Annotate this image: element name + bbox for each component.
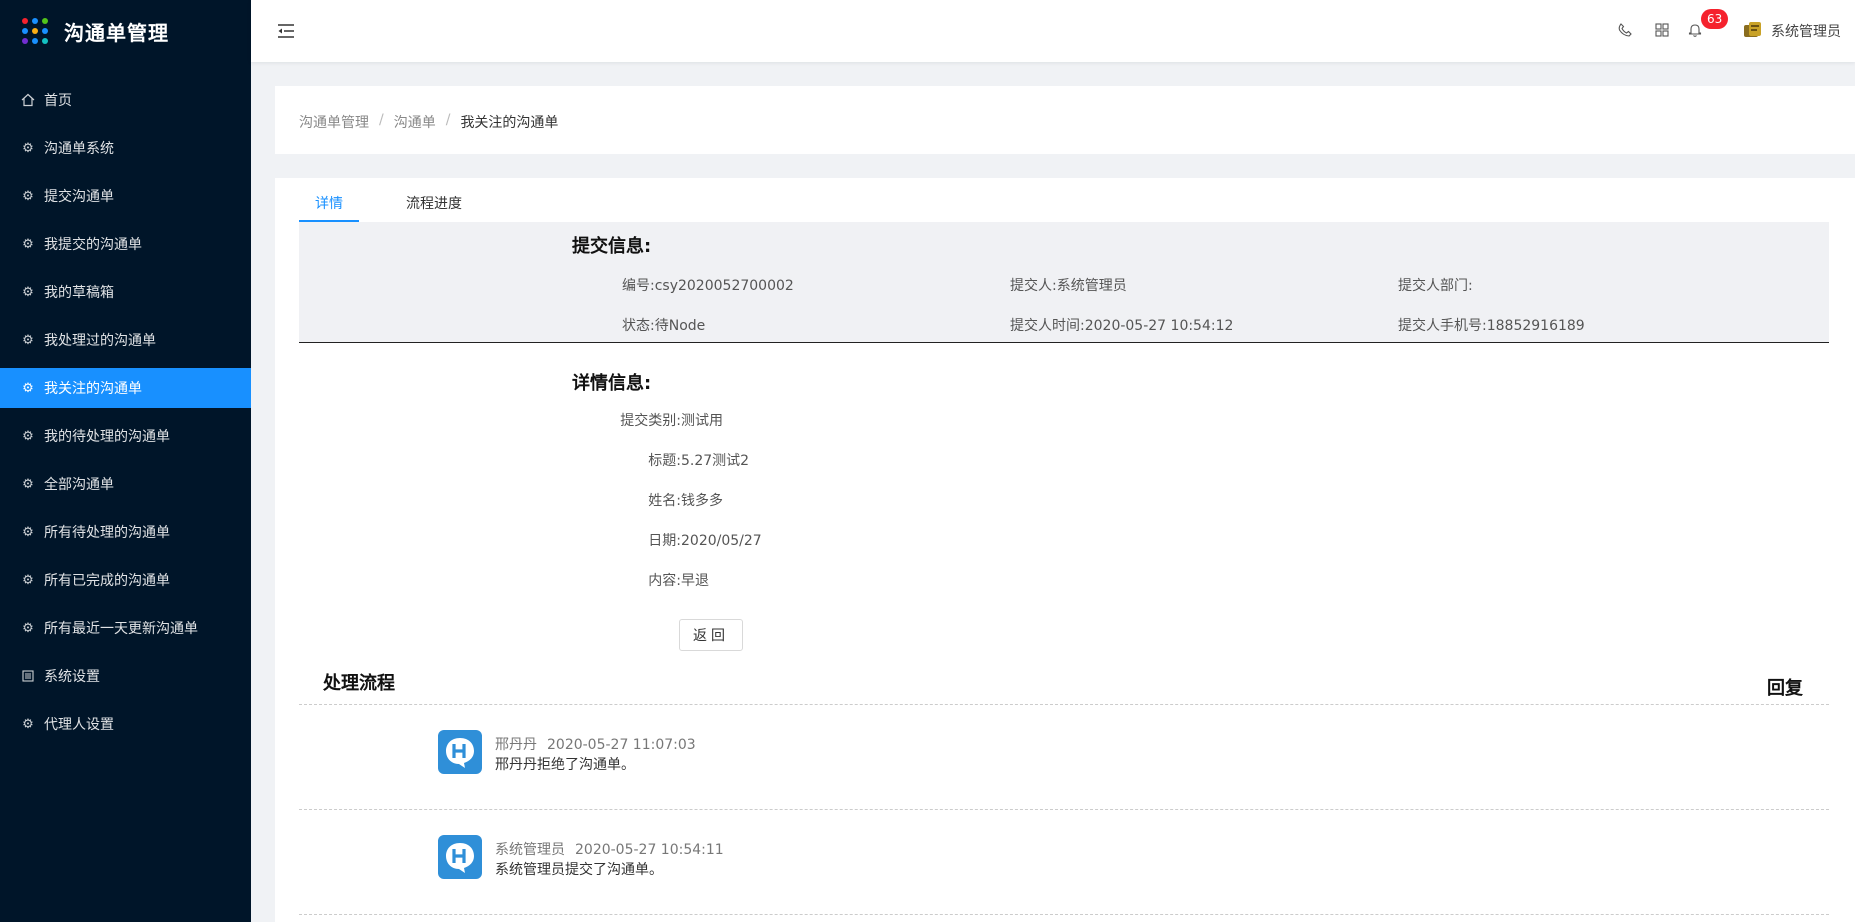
detail-row-date: 日期:2020/05/27: [648, 533, 762, 549]
number-field: 编号:csy2020052700002: [622, 278, 794, 294]
sidebar-item-my-followed[interactable]: ⚙ 我关注的沟通单: [0, 368, 251, 408]
detail-row-title: 标题:5.27测试2: [648, 453, 750, 469]
flow-avatar-icon: [438, 835, 482, 879]
sidebar-item-label: 我处理过的沟通单: [44, 333, 156, 349]
reply-button[interactable]: 回复: [1767, 674, 1803, 700]
phone-field: 提交人手机号:18852916189: [1398, 318, 1585, 334]
sidebar-item-label: 我关注的沟通单: [44, 381, 142, 397]
submitter-field: 提交人:系统管理员: [1010, 278, 1127, 294]
gear-icon: ⚙: [22, 524, 34, 540]
gear-icon: ⚙: [22, 572, 34, 588]
sidebar-item-my-submitted[interactable]: ⚙ 我提交的沟通单: [0, 224, 251, 264]
sidebar-item-label: 系统设置: [44, 669, 100, 685]
tabs: 详情 流程进度: [299, 178, 1829, 222]
breadcrumb-card: 沟通单管理 / 沟通单 / 我关注的沟通单: [275, 86, 1855, 154]
sidebar-item-label: 我提交的沟通单: [44, 237, 142, 253]
detail-row-name: 姓名:钱多多: [648, 493, 723, 509]
divider: [299, 704, 1829, 705]
breadcrumb-item[interactable]: 沟通单: [394, 112, 436, 132]
grid-icon[interactable]: [1652, 20, 1672, 40]
gear-icon: ⚙: [22, 284, 34, 300]
sidebar-item-label: 全部沟通单: [44, 477, 114, 493]
status-field: 状态:待Node: [622, 318, 706, 334]
sidebar-item-my-processed[interactable]: ⚙ 我处理过的沟通单: [0, 320, 251, 360]
sidebar-item-submit[interactable]: ⚙ 提交沟通单: [0, 176, 251, 216]
submit-time-field: 提交人时间:2020-05-27 10:54:12: [1010, 318, 1234, 334]
sidebar-item-label: 所有已完成的沟通单: [44, 573, 170, 589]
dept-field: 提交人部门:: [1398, 278, 1473, 294]
flow-item: 系统管理员 2020-05-27 10:54:11 系统管理员提交了沟通单。: [438, 835, 1038, 885]
sidebar-menu: 首页 ⚙ 沟通单系统 ⚙ 提交沟通单 ⚙ 我提交的沟通单 ⚙ 我的草稿箱 ⚙ 我…: [0, 80, 251, 744]
logo[interactable]: 沟通单管理: [0, 0, 251, 62]
notification-badge: 63: [1701, 9, 1729, 29]
sidebar-item-all[interactable]: ⚙ 全部沟通单: [0, 464, 251, 504]
content-card: 详情 流程进度 提交信息: 编号:csy2020052700002 提交人:系统…: [275, 178, 1855, 922]
flow-meta: 系统管理员 2020-05-27 10:54:11: [495, 842, 724, 858]
tab-progress[interactable]: 流程进度: [406, 193, 462, 213]
breadcrumb: 沟通单管理 / 沟通单 / 我关注的沟通单: [299, 112, 558, 132]
home-icon: [20, 92, 36, 108]
sidebar-item-label: 首页: [44, 93, 72, 109]
divider: [299, 914, 1829, 915]
sidebar-item-recent[interactable]: ⚙ 所有最近一天更新沟通单: [0, 608, 251, 648]
list-icon: [20, 668, 36, 684]
submit-info-title: 提交信息:: [572, 236, 652, 257]
flow-meta: 邢丹丹 2020-05-27 11:07:03: [495, 737, 696, 753]
flow-item: 邢丹丹 2020-05-27 11:07:03 邢丹丹拒绝了沟通单。: [438, 730, 1038, 780]
sidebar-item-drafts[interactable]: ⚙ 我的草稿箱: [0, 272, 251, 312]
flow-title: 处理流程: [323, 673, 395, 694]
sidebar: 沟通单管理 首页 ⚙ 沟通单系统 ⚙ 提交沟通单 ⚙ 我提交的沟通单 ⚙ 我的草…: [0, 0, 251, 922]
breadcrumb-separator: /: [445, 112, 451, 128]
gear-icon: ⚙: [22, 332, 34, 348]
breadcrumb-separator: /: [379, 112, 384, 128]
top-header: 63 系统管理员: [251, 0, 1855, 62]
breadcrumb-item[interactable]: 沟通单管理: [299, 112, 369, 132]
sidebar-item-label: 沟通单系统: [44, 141, 114, 157]
app-grid-icon: [22, 18, 48, 44]
gear-icon: ⚙: [22, 620, 34, 636]
app-title: 沟通单管理: [64, 20, 169, 45]
divider: [299, 809, 1829, 810]
flow-avatar-icon: [438, 730, 482, 774]
tab-detail[interactable]: 详情: [315, 193, 343, 213]
sidebar-item-all-completed[interactable]: ⚙ 所有已完成的沟通单: [0, 560, 251, 600]
sidebar-item-system[interactable]: ⚙ 沟通单系统: [0, 128, 251, 168]
gear-icon: ⚙: [22, 140, 34, 156]
gear-icon: ⚙: [22, 428, 34, 444]
detail-row-content: 内容:早退: [648, 573, 709, 589]
gear-icon: ⚙: [22, 236, 34, 252]
sidebar-item-label: 我的待处理的沟通单: [44, 429, 170, 445]
flow-text: 邢丹丹拒绝了沟通单。: [495, 757, 635, 773]
gear-icon: ⚙: [22, 476, 34, 492]
back-button[interactable]: 返回: [679, 619, 743, 651]
sidebar-item-label: 代理人设置: [44, 717, 114, 733]
sidebar-item-agent[interactable]: ⚙ 代理人设置: [0, 704, 251, 744]
submit-info-panel: 提交信息: 编号:csy2020052700002 提交人:系统管理员 提交人部…: [299, 222, 1829, 343]
gear-icon: ⚙: [22, 188, 34, 204]
gear-icon: ⚙: [22, 716, 34, 732]
sidebar-item-all-pending[interactable]: ⚙ 所有待处理的沟通单: [0, 512, 251, 552]
detail-info-title: 详情信息:: [572, 373, 652, 394]
sidebar-item-label: 提交沟通单: [44, 189, 114, 205]
gear-icon: ⚙: [22, 380, 34, 396]
menu-fold-icon[interactable]: [275, 20, 297, 42]
sidebar-item-label: 所有待处理的沟通单: [44, 525, 170, 541]
avatar[interactable]: [1743, 20, 1763, 40]
breadcrumb-current: 我关注的沟通单: [460, 115, 559, 131]
sidebar-item-label: 所有最近一天更新沟通单: [44, 621, 198, 637]
user-name[interactable]: 系统管理员: [1771, 21, 1841, 41]
sidebar-item-settings[interactable]: 系统设置: [0, 656, 251, 696]
flow-text: 系统管理员提交了沟通单。: [495, 862, 663, 878]
sidebar-item-label: 我的草稿箱: [44, 285, 114, 301]
phone-icon[interactable]: [1615, 20, 1635, 40]
sidebar-item-my-pending[interactable]: ⚙ 我的待处理的沟通单: [0, 416, 251, 456]
sidebar-item-home[interactable]: 首页: [0, 80, 251, 120]
detail-row-category: 提交类别:测试用: [620, 413, 723, 429]
